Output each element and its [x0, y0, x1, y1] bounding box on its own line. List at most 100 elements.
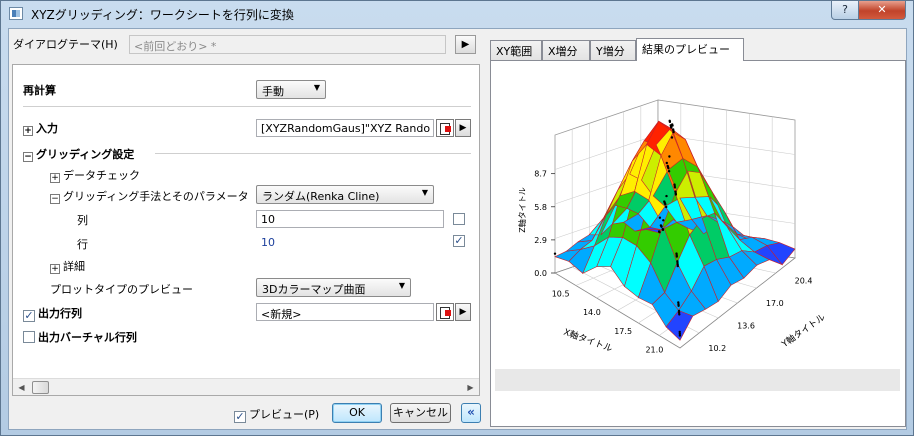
data-point — [667, 170, 671, 173]
chevron-down-icon: ▼ — [313, 83, 320, 92]
output-matrix-checkbox[interactable]: ✓ — [23, 310, 35, 322]
x-axis-label: X軸タイトル — [562, 326, 614, 355]
output-matrix-label: 出力行列 — [38, 307, 82, 320]
plot-type-value: 3Dカラーマップ曲面 — [262, 283, 366, 296]
expand-plus-icon[interactable]: + — [23, 126, 33, 136]
y-axis-label: Y軸タイトル — [778, 311, 827, 350]
z-tick-label: 8.7 — [534, 170, 547, 179]
divider — [23, 106, 471, 107]
input-label: 入力 — [36, 122, 58, 135]
preview-footer — [495, 369, 900, 391]
cols-checkbox[interactable] — [453, 213, 465, 225]
z-tick-label: 0.0 — [534, 269, 547, 278]
expand-plus-icon[interactable]: + — [50, 264, 60, 274]
details-label: 詳細 — [63, 260, 85, 273]
tab-x-increment[interactable]: X増分 — [542, 40, 590, 60]
input-menu-arrow-icon[interactable]: ▶ — [455, 119, 471, 137]
y-tick-label: 17.0 — [766, 299, 784, 308]
data-point — [665, 194, 668, 198]
rows-checkbox[interactable]: ✓ — [453, 235, 465, 247]
preview-option[interactable]: ✓ プレビュー(P) — [234, 406, 319, 423]
output-menu-arrow-icon[interactable]: ▶ — [455, 303, 471, 321]
dialog-window: XYZグリッディング：ワークシートを行列に変換 ? ✕ ダイアログテーマ(H) … — [0, 0, 914, 436]
collapse-minus-icon[interactable]: − — [50, 194, 60, 204]
data-point — [670, 136, 674, 139]
data-point — [661, 227, 664, 231]
expand-plus-icon[interactable]: + — [50, 173, 60, 183]
data-check-node[interactable]: + データチェック — [50, 167, 140, 183]
window-title: XYZグリッディング：ワークシートを行列に変換 — [31, 8, 294, 22]
data-point — [666, 164, 669, 168]
gridding-node[interactable]: − グリッディング設定 — [23, 146, 134, 162]
data-point — [676, 260, 679, 263]
collapse-minus-icon[interactable]: − — [23, 152, 33, 162]
data-point — [668, 155, 671, 158]
recalc-dropdown[interactable]: 手動 ▼ — [256, 80, 326, 99]
gridding-label: グリッディング設定 — [36, 148, 135, 161]
collapse-panel-icon[interactable]: « — [461, 403, 481, 423]
data-point — [662, 219, 665, 222]
cols-input[interactable]: 10 — [256, 210, 444, 228]
plot-type-dropdown[interactable]: 3Dカラーマップ曲面 ▼ — [256, 278, 411, 297]
cols-label: 列 — [77, 214, 88, 227]
range-select-icon[interactable] — [436, 119, 454, 137]
tab-result-preview[interactable]: 結果のプレビュー — [636, 38, 744, 61]
scroll-right-icon[interactable]: ▶ — [463, 380, 478, 395]
input-node[interactable]: + 入力 — [23, 120, 58, 136]
method-node[interactable]: − グリッディング手法とそのパラメータ — [50, 188, 249, 204]
range-select-icon[interactable] — [436, 303, 454, 321]
data-point — [663, 200, 666, 203]
x-tick-label: 17.5 — [614, 327, 632, 336]
ok-button[interactable]: OK — [332, 403, 382, 423]
tab-xy-range[interactable]: XY範囲 — [490, 40, 542, 60]
theme-combobox[interactable]: <前回どおり> * — [129, 35, 446, 54]
data-point — [669, 124, 672, 127]
input-range-field[interactable]: [XYZRandomGaus]"XYZ Rando — [256, 119, 434, 137]
method-dropdown[interactable]: ランダム(Renka Cline) ▼ — [256, 185, 434, 204]
help-button[interactable]: ? — [831, 1, 859, 20]
recalc-value: 手動 — [262, 85, 284, 98]
x-tick-label: 21.0 — [645, 346, 663, 355]
data-point — [677, 301, 680, 304]
data-check-label: データチェック — [63, 169, 140, 182]
preview-pane: 0.0 2.9 5.8 8.7 Z軸タイトル 10.5 14.0 17.5 21.0 X軸タイトル… — [490, 60, 906, 427]
surface-plot: 0.0 2.9 5.8 8.7 Z軸タイトル 10.5 14.0 17.5 21.0 X軸タイトル… — [517, 99, 827, 355]
output-matrix-node[interactable]: ✓ 出力行列 — [23, 305, 82, 322]
chevron-down-icon: ▼ — [421, 188, 428, 197]
method-value: ランダム(Renka Cline) — [262, 190, 380, 203]
data-point — [675, 252, 678, 255]
data-point — [659, 224, 663, 227]
x-tick-label: 10.5 — [552, 289, 570, 298]
data-point — [665, 161, 668, 165]
close-button[interactable]: ✕ — [858, 1, 906, 20]
data-point — [553, 252, 557, 255]
data-point — [678, 330, 681, 334]
app-icon — [9, 7, 23, 20]
plot-type-label: プロットタイプのプレビュー — [50, 283, 193, 296]
output-virtual-label: 出力バーチャル行列 — [38, 331, 137, 344]
cancel-button[interactable]: キャンセル — [390, 403, 451, 423]
horizontal-scrollbar[interactable]: ◀ ▶ — [13, 378, 479, 395]
rows-label: 行 — [77, 238, 88, 251]
x-tick-label: 14.0 — [583, 308, 601, 317]
data-point — [677, 309, 681, 313]
output-virtual-checkbox[interactable] — [23, 331, 35, 343]
details-node[interactable]: + 詳細 — [50, 258, 85, 274]
data-point — [668, 119, 671, 122]
z-tick-label: 2.9 — [534, 236, 547, 245]
preview-checkbox[interactable]: ✓ — [234, 411, 246, 423]
theme-label: ダイアログテーマ(H) — [13, 38, 118, 51]
data-point — [665, 205, 668, 209]
scroll-left-icon[interactable]: ◀ — [14, 380, 29, 395]
preview-label: プレビュー(P) — [249, 408, 320, 421]
data-point — [674, 190, 677, 193]
theme-menu-arrow-icon[interactable]: ▶ — [455, 35, 476, 54]
output-virtual-node[interactable]: 出力バーチャル行列 — [23, 329, 137, 345]
y-tick-label: 13.6 — [737, 321, 755, 330]
output-matrix-field[interactable]: <新規> — [256, 303, 434, 321]
rows-value: 10 — [261, 236, 275, 249]
tab-y-increment[interactable]: Y増分 — [590, 40, 636, 60]
z-axis-label: Z軸タイトル — [517, 187, 527, 232]
title-bar[interactable]: XYZグリッディング：ワークシートを行列に変換 ? ✕ — [1, 1, 913, 27]
scroll-thumb[interactable] — [32, 381, 49, 394]
